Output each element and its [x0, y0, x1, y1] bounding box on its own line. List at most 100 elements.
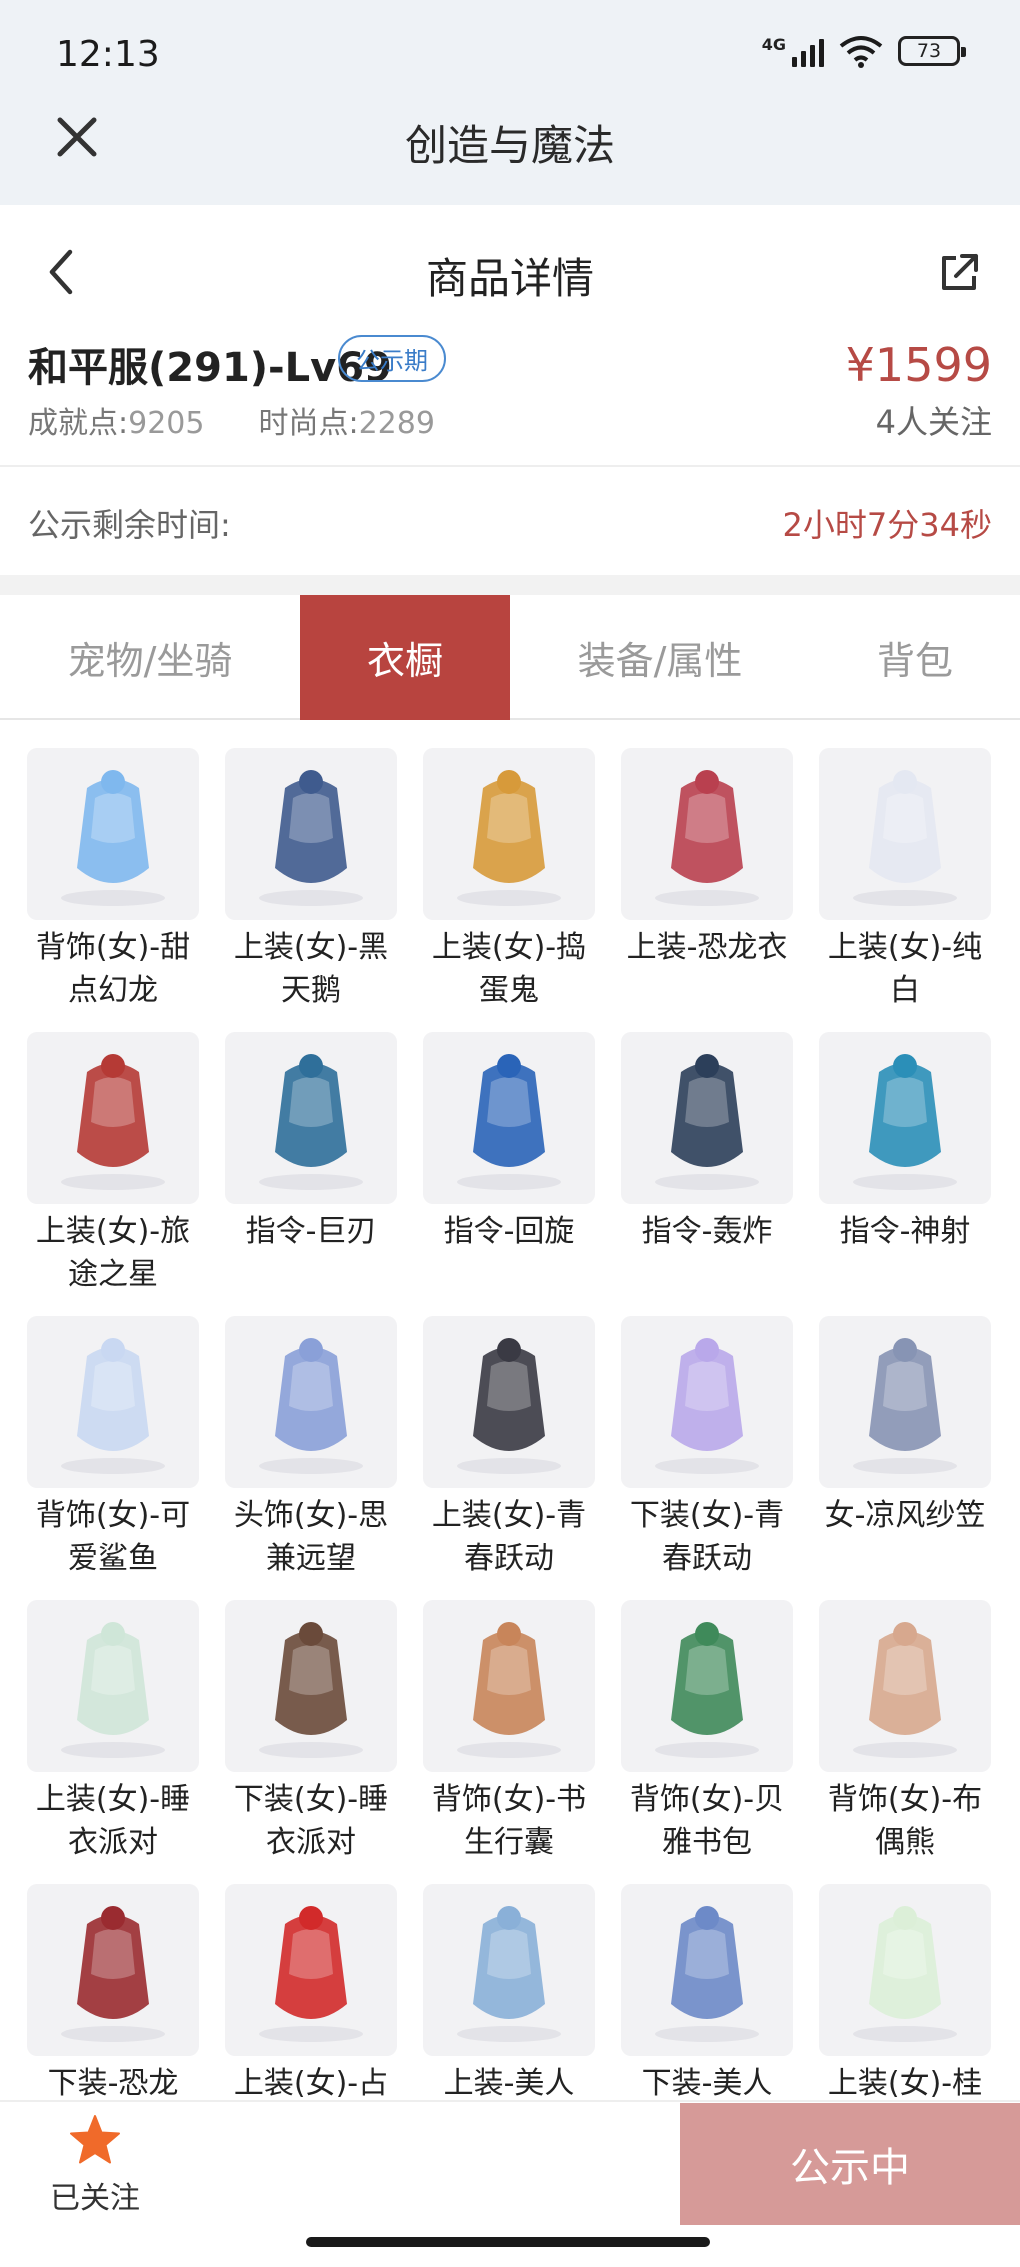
tab-pets-mounts[interactable]: 宠物/坐骑 [0, 595, 300, 720]
book-box-icon [457, 1622, 561, 1758]
wardrobe-item[interactable]: 上装(女)-青春跃动 [423, 1316, 595, 1580]
slippers-icon [259, 1622, 363, 1758]
product-stats: 成就点:9205 时尚点:2289 [28, 398, 435, 442]
wardrobe-item[interactable]: 指令-回旋 [423, 1032, 595, 1253]
cellular-signal-icon: 4G [762, 35, 824, 67]
wardrobe-item[interactable]: 下装(女)-青春跃动 [621, 1316, 793, 1580]
home-indicator[interactable] [306, 2237, 710, 2247]
status-icons: 4G 73 [762, 34, 966, 68]
cannon-icon [655, 1054, 759, 1190]
wardrobe-item[interactable]: 背饰(女)-布偶熊 [819, 1600, 991, 1864]
wardrobe-item[interactable]: 下装-美人 [621, 1884, 793, 2105]
costume-icon [655, 770, 759, 906]
status-badge: 公示期 [338, 335, 446, 382]
network-type: 4G [761, 35, 786, 54]
armor-icon [457, 1906, 561, 2042]
wardrobe-item[interactable]: 上装(女)-桂 [819, 1884, 991, 2105]
item-name: 下装-恐龙 [47, 2066, 179, 2101]
wardrobe-item[interactable]: 上装(女)-睡衣派对 [27, 1600, 199, 1864]
item-thumbnail [423, 1600, 595, 1772]
helmet-icon [259, 1338, 363, 1474]
wardrobe-item[interactable]: 头饰(女)-思兼远望 [225, 1316, 397, 1580]
item-name: 上装-恐龙衣 [626, 930, 788, 965]
section-gap [0, 575, 1020, 595]
fashion-value: 2289 [358, 406, 435, 441]
item-thumbnail [27, 1600, 199, 1772]
item-name: 下装(女)-睡衣派对 [233, 1782, 389, 1860]
outfit-icon [853, 1906, 957, 2042]
wifi-icon [839, 36, 883, 68]
dragon-pet-icon [61, 770, 165, 906]
veil-hat-icon [853, 1338, 957, 1474]
star-icon [70, 2115, 120, 2164]
item-thumbnail [225, 748, 397, 920]
tab-wardrobe[interactable]: 衣橱 [300, 595, 510, 720]
teddy-bear-icon [853, 1622, 957, 1758]
item-name: 女-凉风纱笠 [824, 1498, 986, 1533]
item-thumbnail [225, 1316, 397, 1488]
fashion-label: 时尚点: [258, 406, 359, 441]
dress-icon [259, 1906, 363, 2042]
robe-icon [655, 1906, 759, 2042]
wardrobe-item[interactable]: 指令-巨刃 [225, 1032, 397, 1253]
achievement-value: 9205 [128, 406, 205, 441]
item-name: 上装-美人 [443, 2066, 575, 2101]
page-title: 商品详情 [425, 254, 594, 303]
item-thumbnail [819, 1600, 991, 1772]
item-thumbnail [27, 1316, 199, 1488]
backpack-icon [655, 1622, 759, 1758]
item-thumbnail [423, 1032, 595, 1204]
jacket-icon [457, 1338, 561, 1474]
wardrobe-item[interactable]: 下装-恐龙 [27, 1884, 199, 2105]
wardrobe-item[interactable]: 上装(女)-捣蛋鬼 [423, 748, 595, 1012]
tab-bar: 宠物/坐骑 衣橱 装备/属性 背包 [0, 595, 1020, 720]
item-name: 上装(女)-桂 [827, 2066, 983, 2101]
wardrobe-item[interactable]: 背饰(女)-可爱鲨鱼 [27, 1316, 199, 1580]
item-thumbnail [621, 1884, 793, 2056]
scythe-icon [457, 1054, 561, 1190]
tab-backpack[interactable]: 背包 [810, 595, 1020, 720]
item-thumbnail [621, 1316, 793, 1488]
item-name: 背饰(女)-布偶熊 [827, 1782, 983, 1860]
dress-icon [457, 770, 561, 906]
wardrobe-item[interactable]: 上装-恐龙衣 [621, 748, 793, 969]
remaining-time-label: 公示剩余时间: [28, 506, 231, 544]
dress-icon [259, 770, 363, 906]
follow-label: 已关注 [50, 2181, 140, 2216]
item-thumbnail [423, 748, 595, 920]
item-name: 背饰(女)-甜点幻龙 [35, 930, 191, 1008]
wardrobe-item[interactable]: 上装(女)-纯白 [819, 748, 991, 1012]
tab-equipment-attributes[interactable]: 装备/属性 [510, 595, 810, 720]
item-thumbnail [27, 1032, 199, 1204]
publicity-status-button[interactable]: 公示中 [680, 2103, 1020, 2225]
achievement-label: 成就点: [28, 406, 129, 441]
item-thumbnail [225, 1032, 397, 1204]
item-thumbnail [225, 1600, 397, 1772]
share-icon[interactable] [934, 248, 984, 298]
wardrobe-item[interactable]: 上装(女)-占 [225, 1884, 397, 2105]
remaining-time-value: 2小时7分34秒 [782, 506, 992, 544]
wardrobe-item[interactable]: 背饰(女)-书生行囊 [423, 1600, 595, 1864]
wardrobe-item[interactable]: 背饰(女)-贝雅书包 [621, 1600, 793, 1864]
item-name: 上装(女)-旅途之星 [35, 1214, 191, 1292]
blade-icon [259, 1054, 363, 1190]
wardrobe-item[interactable]: 指令-神射 [819, 1032, 991, 1253]
item-thumbnail [27, 1884, 199, 2056]
item-thumbnail [819, 748, 991, 920]
wardrobe-item[interactable]: 上装-美人 [423, 1884, 595, 2105]
item-thumbnail [423, 1884, 595, 2056]
wardrobe-item[interactable]: 下装(女)-睡衣派对 [225, 1600, 397, 1864]
wardrobe-item[interactable]: 上装(女)-黑天鹅 [225, 748, 397, 1012]
item-thumbnail [225, 1884, 397, 2056]
achievement-points: 成就点:9205 [28, 398, 204, 442]
item-name: 背饰(女)-贝雅书包 [629, 1782, 785, 1860]
follow-button[interactable]: 已关注 [40, 2113, 150, 2217]
wardrobe-item[interactable]: 上装(女)-旅途之星 [27, 1032, 199, 1296]
wardrobe-item[interactable]: 背饰(女)-甜点幻龙 [27, 748, 199, 1012]
item-thumbnail [819, 1884, 991, 2056]
wardrobe-item[interactable]: 女-凉风纱笠 [819, 1316, 991, 1537]
item-name: 头饰(女)-思兼远望 [233, 1498, 389, 1576]
wardrobe-item[interactable]: 指令-轰炸 [621, 1032, 793, 1253]
item-thumbnail [423, 1316, 595, 1488]
item-name: 上装(女)-捣蛋鬼 [431, 930, 587, 1008]
